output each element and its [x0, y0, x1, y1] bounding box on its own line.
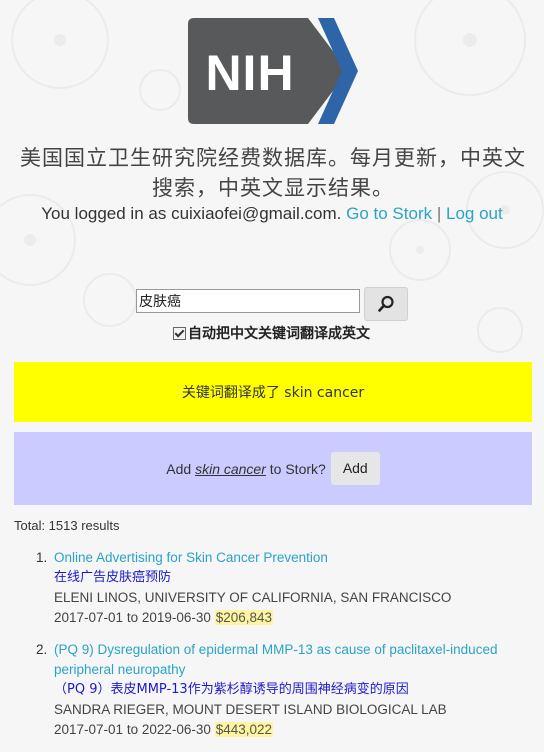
result-item: 2. (PQ 9) Dysregulation of epidermal MMP… [36, 640, 536, 740]
result-investigator: SANDRA RIEGER, MOUNT DESERT ISLAND BIOLO… [54, 702, 447, 717]
result-amount: $443,022 [214, 722, 273, 737]
stork-prompt-prefix: Add [166, 460, 192, 477]
stork-keyword: skin cancer [195, 460, 266, 477]
add-to-stork-prompt: Add skin cancer to Stork? Add [14, 432, 532, 505]
result-end-date: 2019-06-30 [141, 610, 211, 625]
site-description: 美国国立卫生研究院经费数据库。每月更新，中英文搜索，中英文显示结果。 [20, 146, 526, 200]
result-title-chinese: 在线广告皮肤癌预防 [54, 570, 172, 585]
result-title-link[interactable]: (PQ 9) Dysregulation of epidermal MMP-13… [54, 640, 536, 680]
svg-text:NIH: NIH [205, 45, 294, 101]
result-end-date: 2022-06-30 [141, 722, 211, 737]
result-number: 2. [36, 642, 48, 657]
login-status: You logged in as cuixiaofei@gmail.com. G… [0, 204, 544, 224]
link-separator: | [436, 204, 442, 223]
add-to-stork-button[interactable]: Add [330, 452, 380, 485]
logout-link[interactable]: Log out [446, 204, 503, 223]
result-date-separator: to [126, 610, 139, 625]
results-total: Total: 1513 results [14, 518, 120, 533]
login-text: You logged in as cuixiaofei@gmail.com. [41, 204, 342, 223]
result-item: 1. Online Advertising for Skin Cancer Pr… [36, 548, 536, 628]
result-period: 2017-07-01 to 2019-06-30 $206,843 [54, 608, 536, 628]
result-amount: $206,843 [214, 610, 273, 625]
search-icon [378, 295, 394, 312]
auto-translate-checkbox[interactable] [173, 326, 186, 340]
translation-notice-text: 关键词翻译成了 skin cancer [181, 385, 365, 401]
auto-translate-label: 自动把中文关键词翻译成英文 [188, 326, 370, 342]
auto-translate-option[interactable]: 自动把中文关键词翻译成英文 [173, 323, 370, 343]
search-input[interactable] [136, 289, 360, 313]
result-number: 1. [36, 550, 48, 565]
stork-prompt-suffix: to Stork? [269, 460, 326, 477]
result-start-date: 2017-07-01 [54, 722, 124, 737]
result-date-separator: to [126, 722, 139, 737]
search-button[interactable] [364, 287, 408, 321]
translation-notice: 关键词翻译成了 skin cancer [14, 362, 532, 422]
go-to-stork-link[interactable]: Go to Stork [346, 204, 432, 223]
result-investigator: ELENI LINOS, UNIVERSITY OF CALIFORNIA, S… [54, 590, 452, 605]
nih-logo: NIH [188, 18, 358, 124]
result-start-date: 2017-07-01 [54, 610, 124, 625]
result-period: 2017-07-01 to 2022-06-30 $443,022 [54, 720, 536, 740]
result-title-chinese: （PQ 9）表皮MMP-13作为紫杉醇诱导的周围神经病变的原因 [54, 682, 409, 697]
results-list: 1. Online Advertising for Skin Cancer Pr… [36, 548, 536, 752]
result-title-link[interactable]: Online Advertising for Skin Cancer Preve… [54, 548, 536, 568]
